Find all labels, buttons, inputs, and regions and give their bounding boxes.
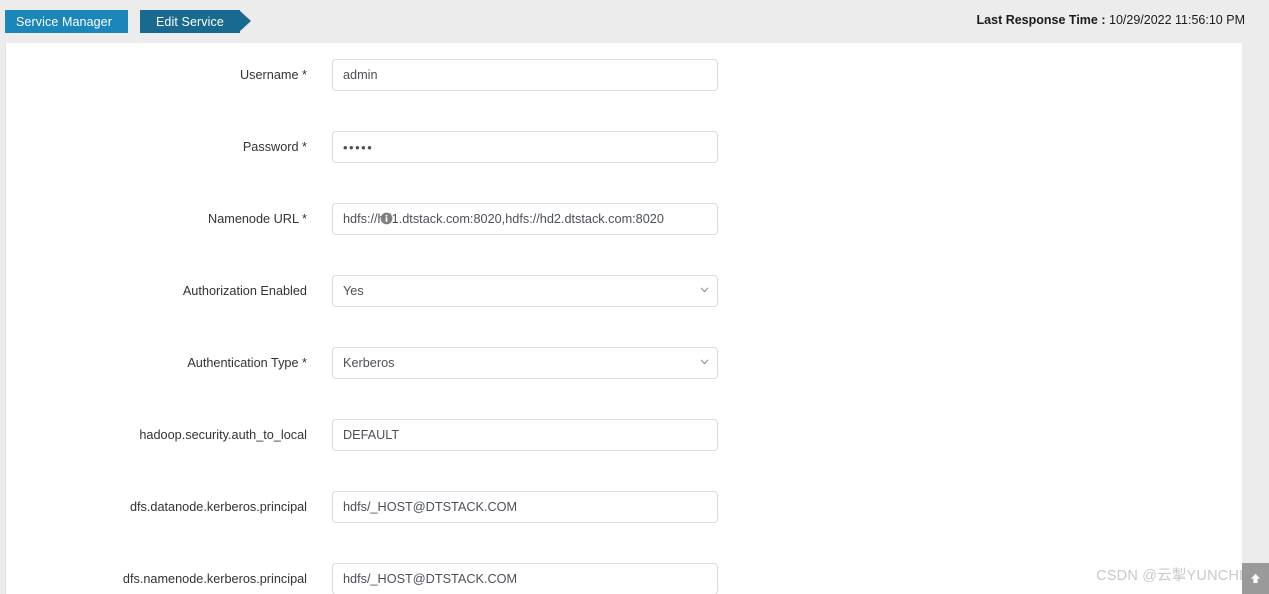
label-password: Password * [242,140,307,154]
form-row-namenode-url: Namenode URL * [6,203,1242,235]
label-dfs-namenode-kerberos-principal: dfs.namenode.kerberos.principal [122,572,307,586]
input-password[interactable] [332,131,718,163]
watermark-text: CSDN @云掣YUNCHE [1096,568,1249,584]
label-namenode-url: Namenode URL * [208,212,307,226]
scroll-to-top-button[interactable] [1242,563,1269,594]
form-row-hadoop-security-auth-to-local: hadoop.security.auth_to_local [6,419,1242,451]
label-authentication-type: Authentication Type * [187,356,307,370]
breadcrumb-item-service-manager[interactable]: Service Manager [5,10,139,33]
info-icon[interactable] [380,212,393,225]
breadcrumb-item-edit-service[interactable]: Edit Service [128,10,251,33]
form-row-authentication-type: Authentication Type * KerberosSimple [6,347,1242,379]
form-row-username: Username * [6,59,1242,91]
top-header-bar: Service Manager Edit Service Last Respon… [0,0,1269,43]
control-password [332,131,718,163]
label-dfs-datanode-kerberos-principal: dfs.datanode.kerberos.principal [129,500,307,514]
label-username: Username * [240,68,307,82]
form-row-password: Password * [6,131,1242,163]
select-wrapper-authorization-enabled: YesNo [332,275,718,307]
control-authorization-enabled: YesNo [332,275,718,307]
last-response-time: Last Response Time : 10/29/2022 11:56:10… [977,13,1245,27]
control-authentication-type: KerberosSimple [332,347,718,379]
label-authorization-enabled: Authorization Enabled [182,284,307,298]
breadcrumb: Service Manager Edit Service [5,10,251,33]
watermark: CSDN @云掣YUNCHE [1096,564,1249,585]
select-wrapper-authentication-type: KerberosSimple [332,347,718,379]
label-hadoop-security-auth-to-local: hadoop.security.auth_to_local [139,428,307,442]
control-dfs-namenode-kerberos-principal [332,563,718,594]
control-hadoop-security-auth-to-local [332,419,718,451]
control-dfs-datanode-kerberos-principal [332,491,718,523]
input-username[interactable] [332,59,718,91]
select-authorization-enabled[interactable]: YesNo [332,275,718,307]
last-response-time-value: 10/29/2022 11:56:10 PM [1109,13,1245,27]
arrow-up-icon [1251,573,1260,583]
last-response-time-label: Last Response Time : [976,13,1106,27]
breadcrumb-item-label: Service Manager [16,14,112,29]
select-authentication-type[interactable]: KerberosSimple [332,347,718,379]
breadcrumb-item-label: Edit Service [156,14,224,29]
form-row-authorization-enabled: Authorization Enabled YesNo [6,275,1242,307]
content-panel: Username * Password * Namenode URL * Author… [5,43,1242,594]
input-hadoop-security-auth-to-local[interactable] [332,419,718,451]
service-edit-page: Service Manager Edit Service Last Respon… [0,0,1269,594]
form-row-dfs-datanode-kerberos-principal: dfs.datanode.kerberos.principal [6,491,1242,523]
input-dfs-datanode-kerberos-principal[interactable] [332,491,718,523]
input-dfs-namenode-kerberos-principal[interactable] [332,563,718,594]
form-row-dfs-namenode-kerberos-principal: dfs.namenode.kerberos.principal [6,563,1242,594]
control-username [332,59,718,91]
